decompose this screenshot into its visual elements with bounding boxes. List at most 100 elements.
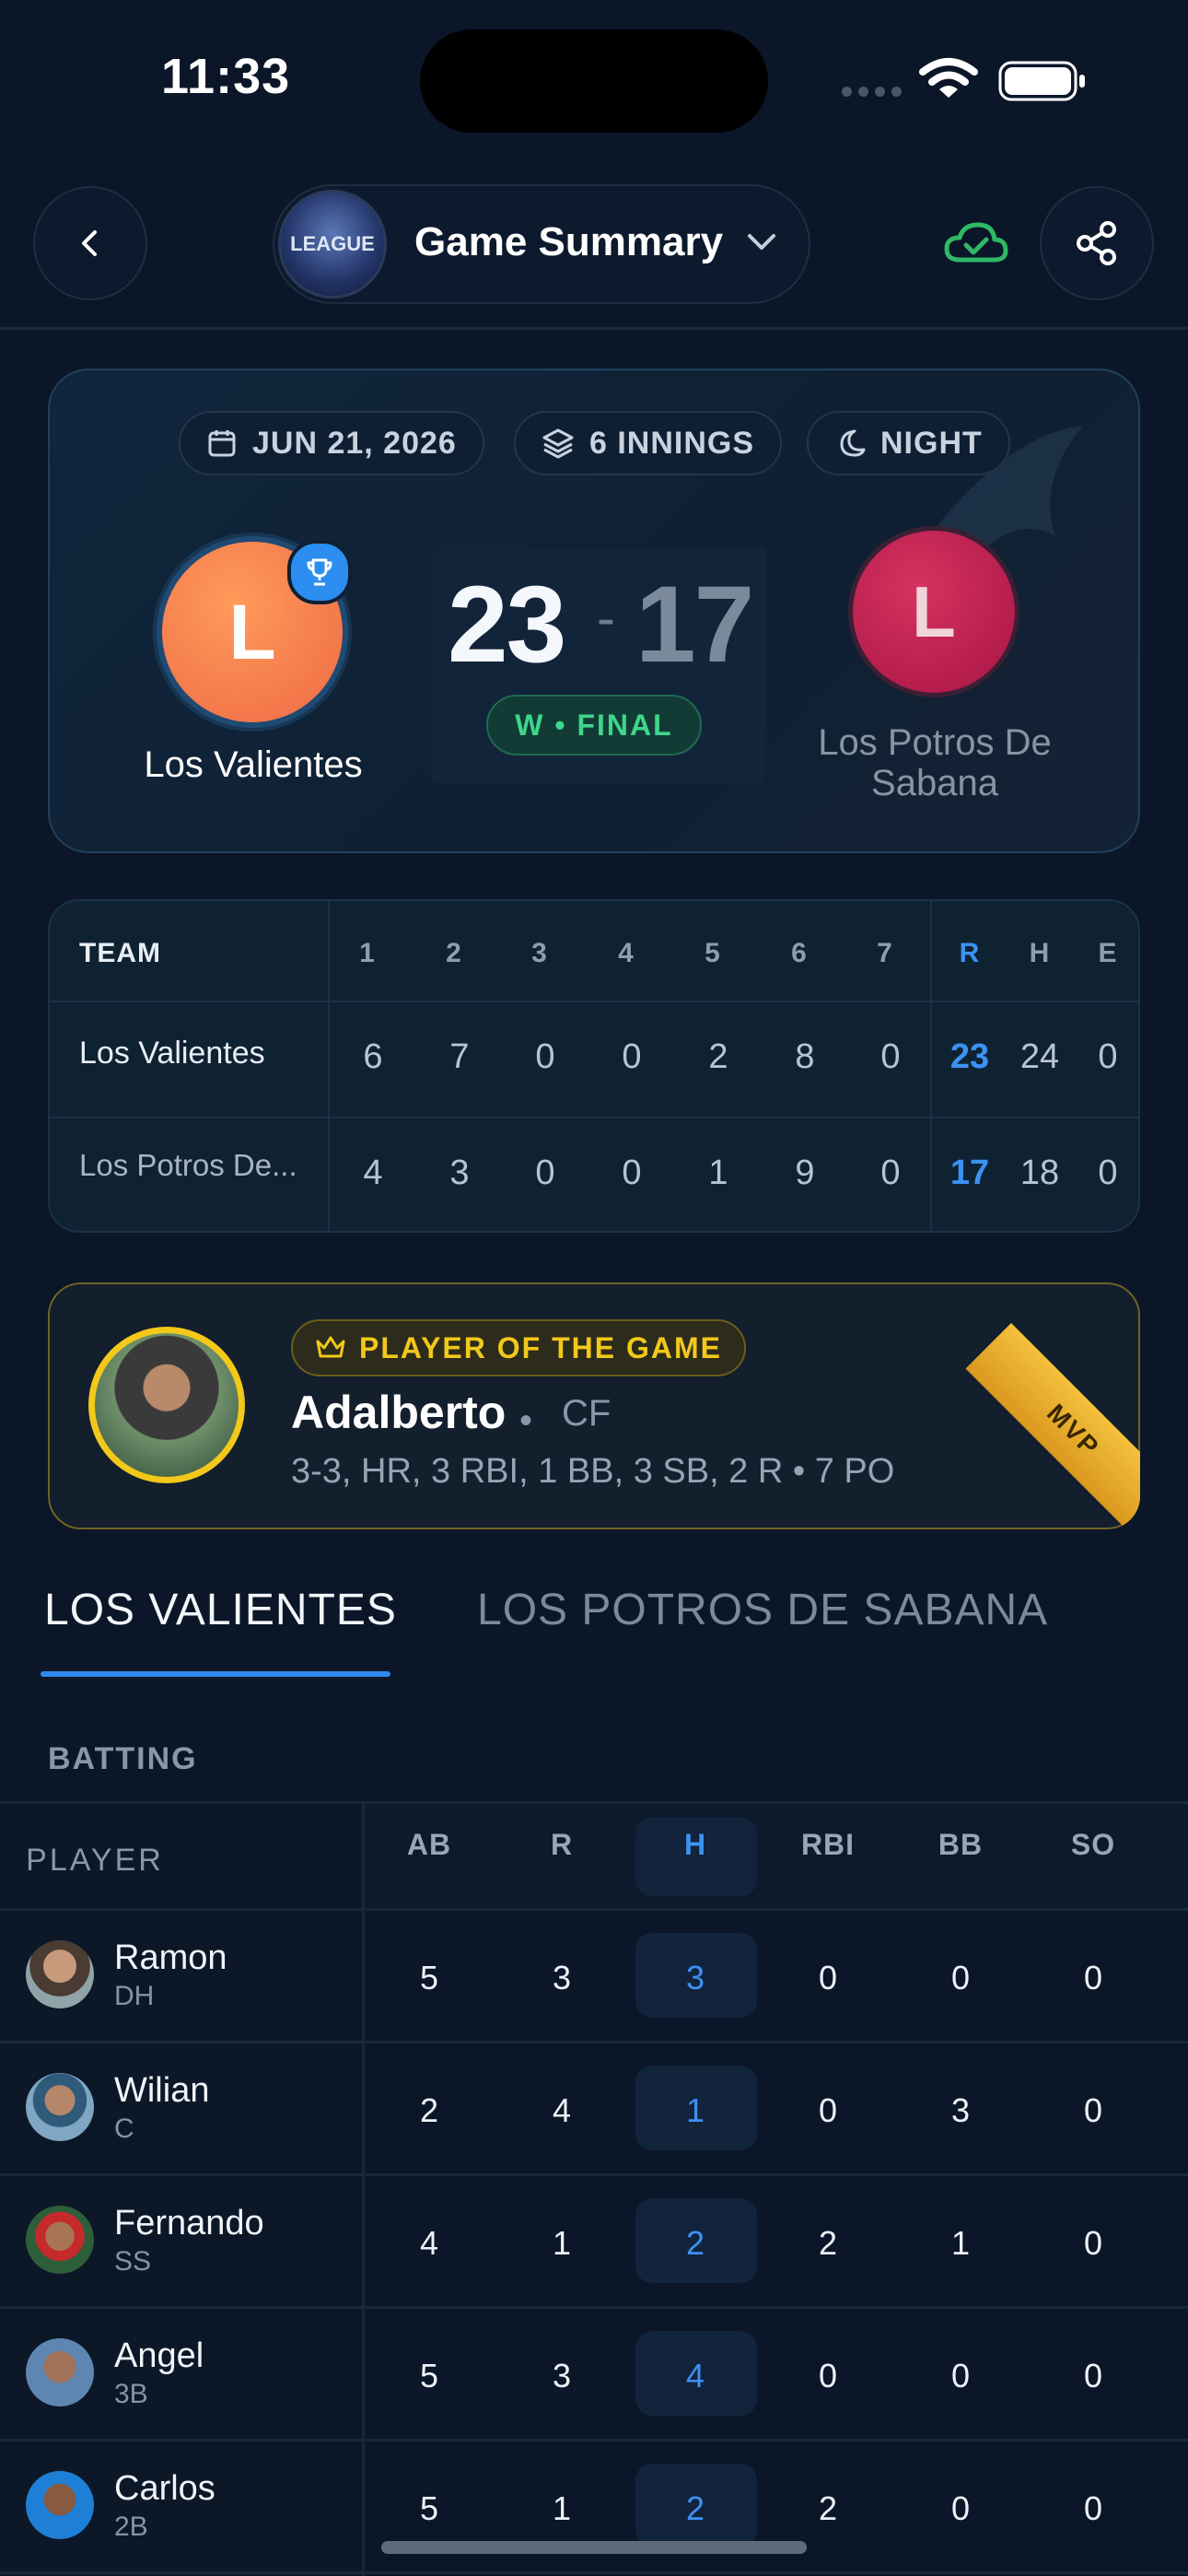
inning-header: 4 [618, 938, 635, 968]
calendar-icon [208, 430, 236, 457]
h-column-header[interactable]: H [635, 1828, 755, 1862]
row-divider [0, 2173, 1188, 2176]
moon-icon [840, 429, 866, 457]
linescore-divider [930, 901, 932, 1231]
chevron-left-icon [82, 230, 97, 256]
layers-icon [542, 428, 574, 459]
rbi-value: 0 [818, 2357, 838, 2395]
total-errors: 0 [1098, 1037, 1118, 1076]
share-button[interactable] [1040, 186, 1154, 300]
errors-header: E [1098, 938, 1118, 968]
chevron-down-icon [748, 234, 775, 250]
player-column-header: PLAYER [26, 1843, 164, 1878]
player-position: C [114, 2113, 134, 2144]
league-logo: LEAGUE [278, 190, 387, 299]
ab-column-header[interactable]: AB [369, 1828, 489, 1862]
batting-section-label: BATTING [48, 1741, 198, 1776]
trophy-icon [287, 540, 352, 604]
away-team-name: Los Potros De Sabana [818, 722, 1052, 803]
player-position: SS [114, 2246, 152, 2277]
so-value: 0 [1083, 1959, 1103, 1996]
so-value: 0 [1083, 2224, 1103, 2262]
rbi-value: 0 [818, 1959, 838, 1996]
inning-runs: 0 [880, 1153, 901, 1192]
hits-header: H [1029, 938, 1051, 968]
ab-value: 5 [419, 2357, 439, 2395]
bb-value: 0 [950, 1959, 971, 1996]
innings-text: 6 INNINGS [589, 425, 755, 461]
inning-header: 2 [446, 938, 462, 968]
cloud-synced-icon[interactable] [943, 217, 1009, 269]
rbi-value: 2 [818, 2224, 838, 2262]
inning-header: 5 [705, 938, 721, 968]
back-button[interactable] [33, 186, 147, 300]
so-value: 0 [1083, 2357, 1103, 2395]
league-logo-text: LEAGUE [290, 232, 375, 255]
avatar [26, 2073, 94, 2141]
innings-chip: 6 INNINGS [514, 411, 783, 475]
inning-runs: 1 [708, 1153, 728, 1192]
r-value: 3 [552, 2357, 572, 2395]
team-column-header: TEAM [79, 938, 161, 968]
inning-runs: 0 [622, 1037, 642, 1076]
total-hits: 24 [1019, 1037, 1060, 1076]
h-value: 2 [685, 2489, 705, 2527]
bb-column-header[interactable]: BB [901, 1828, 1020, 1862]
linescore-divider [50, 1117, 1138, 1118]
linescore-divider [328, 901, 330, 1231]
linescore-team-name: Los Valientes [79, 1036, 265, 1071]
row-divider [0, 1801, 1188, 1804]
tab-los-valientes[interactable]: LOS VALIENTES [44, 1585, 397, 1635]
player-position: 3B [114, 2379, 148, 2409]
inning-runs: 6 [363, 1037, 383, 1076]
inning-header: 7 [877, 938, 893, 968]
inning-runs: 9 [795, 1153, 815, 1192]
mvp-ribbon-clip: MVP [48, 1282, 1140, 1529]
avatar [26, 1940, 94, 2008]
total-runs: 17 [949, 1153, 990, 1192]
mvp-ribbon: MVP [965, 1323, 1140, 1529]
linescore-divider [50, 1001, 1138, 1002]
player-name[interactable]: Wilian [114, 2071, 209, 2111]
player-name[interactable]: Fernando [114, 2204, 264, 2243]
inning-runs: 0 [880, 1037, 901, 1076]
so-column-header[interactable]: SO [1033, 1828, 1153, 1862]
h-value: 1 [685, 2091, 705, 2129]
bb-value: 0 [950, 2489, 971, 2527]
ab-value: 4 [419, 2224, 439, 2262]
r-value: 1 [552, 2224, 572, 2262]
share-icon [1077, 221, 1116, 265]
time-of-day-text: NIGHT [880, 425, 983, 461]
bb-value: 0 [950, 2357, 971, 2395]
inning-runs: 7 [449, 1037, 470, 1076]
h-value: 2 [685, 2224, 705, 2262]
rbi-value: 2 [818, 2489, 838, 2527]
inning-header: 6 [791, 938, 808, 968]
rbi-column-header[interactable]: RBI [768, 1828, 888, 1862]
home-score: 23 [448, 564, 566, 685]
status-time: 11:33 [161, 49, 291, 104]
player-position: DH [114, 1981, 155, 2011]
ab-value: 5 [419, 1959, 439, 1996]
score-separator: - [597, 587, 615, 649]
time-of-day-chip: NIGHT [807, 411, 1010, 475]
player-name[interactable]: Ramon [114, 1938, 227, 1978]
row-divider [0, 2439, 1188, 2441]
r-column-header[interactable]: R [502, 1828, 622, 1862]
tab-los-potros-de-sabana[interactable]: LOS POTROS DE SABANA [477, 1585, 1048, 1635]
inning-runs: 4 [363, 1153, 383, 1192]
wifi-icon [919, 58, 978, 98]
linescore-team-name: Los Potros De... [79, 1148, 297, 1182]
batting-player-column [0, 1801, 363, 2576]
home-indicator[interactable] [381, 2541, 807, 2554]
r-value: 3 [552, 1959, 572, 1996]
row-divider [0, 1908, 1188, 1911]
away-score: 17 [635, 564, 754, 685]
player-name[interactable]: Carlos [114, 2469, 215, 2509]
so-value: 0 [1083, 2489, 1103, 2527]
total-runs: 23 [949, 1037, 990, 1076]
inning-runs: 0 [535, 1153, 555, 1192]
ab-value: 2 [419, 2091, 439, 2129]
player-name[interactable]: Angel [114, 2336, 204, 2376]
away-team-avatar[interactable]: L [853, 531, 1015, 693]
